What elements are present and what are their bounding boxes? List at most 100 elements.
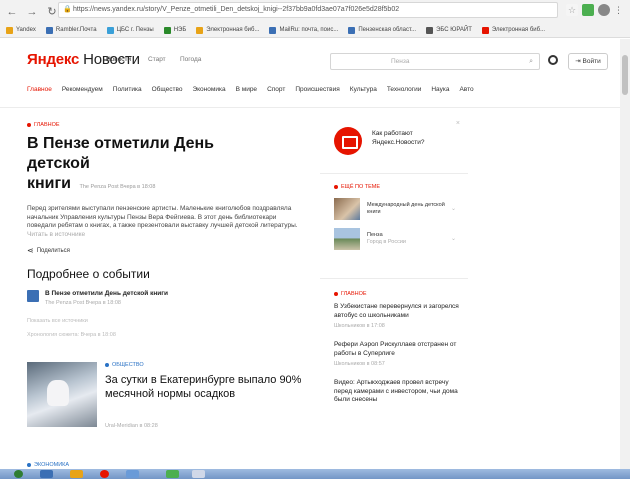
story-title[interactable]: За сутки в Екатеринбурге выпало 90% меся…	[105, 373, 305, 401]
story-annotation: Перед зрителями выступали пензенские арт…	[27, 205, 298, 238]
topic-item[interactable]: Пенза Город в России ⌄	[334, 228, 468, 250]
promo-card[interactable]: Как работают Яндекс.Новости? ×	[320, 110, 468, 174]
profile-icon[interactable]	[598, 4, 610, 16]
news-item[interactable]: Видео: Артыкходжаев провел встречу перед…	[320, 379, 468, 405]
news-item[interactable]: В Узбекистане перевернулся и загорелся а…	[320, 303, 468, 329]
rubric-tab[interactable]: Главное	[27, 86, 52, 100]
topic-image	[334, 198, 360, 220]
related-source: The Penza Post Вчера в 18:08	[45, 300, 121, 306]
share-icon: ⋖	[27, 246, 34, 255]
app-icon[interactable]	[126, 470, 139, 478]
topics-tag: ЕЩЁ ПО ТЕМЕ	[334, 184, 468, 190]
forward-icon[interactable]: →	[24, 4, 40, 20]
browser-chrome: ← → ↻ 🔒 https://news.yandex.ru/story/V_P…	[0, 0, 630, 38]
bookmark-item[interactable]: Электронная биб...	[481, 26, 545, 34]
topic-title: Пенза Город в России	[367, 232, 406, 245]
promo-text[interactable]: Как работают Яндекс.Новости?	[372, 130, 452, 147]
app-icon[interactable]	[192, 470, 205, 478]
scroll-thumb[interactable]	[622, 55, 628, 95]
story-tag[interactable]: ГЛАВНОЕ	[27, 122, 312, 128]
bookmark-icon	[426, 26, 434, 34]
chevron-down-icon[interactable]: ⌄	[451, 235, 456, 242]
folder-icon[interactable]	[70, 470, 83, 478]
site-header: Яндекс Новости Новости Старт Погода Пенз…	[0, 39, 620, 79]
read-source-link[interactable]: Читать в источнике	[27, 231, 85, 238]
news-title[interactable]: Рефери Аэрол Рискуллаев отстранен от раб…	[334, 341, 464, 358]
all-sources-link[interactable]: Показать все источники	[27, 318, 312, 324]
topic-item[interactable]: Международный день детской книги ⌄	[334, 198, 468, 220]
topic-image	[334, 228, 360, 250]
bookmark-icon	[6, 26, 13, 34]
rubric-tab[interactable]: В мире	[236, 86, 257, 100]
rubric-tab[interactable]: Экономика	[192, 86, 225, 100]
bookmark-icon	[269, 26, 277, 34]
scrollbar[interactable]	[620, 39, 630, 469]
topic-title: Международный день детской книги	[367, 202, 445, 215]
section-title: Подробнее о событии	[27, 267, 150, 281]
back-icon[interactable]: ←	[4, 4, 20, 20]
bookmark-icon	[196, 26, 204, 34]
chevron-down-icon[interactable]: ⌄	[451, 205, 456, 212]
divider	[320, 278, 468, 279]
bookmark-item[interactable]: ЦБС г. Пензы	[106, 26, 154, 34]
extension-icon[interactable]	[582, 4, 594, 16]
app-icon[interactable]	[166, 470, 179, 478]
menu-icon[interactable]: ⋮	[614, 4, 626, 16]
rubric-tab[interactable]: Культура	[350, 86, 377, 100]
header-nav-news[interactable]: Новости	[106, 56, 131, 63]
star-icon[interactable]: ☆	[566, 4, 578, 16]
bookmark-icon	[348, 26, 356, 34]
rubric-tab[interactable]: Авто	[459, 86, 473, 100]
headline-source: The Penza Post Вчера в 18:08	[79, 184, 156, 190]
rubric-tab[interactable]: Наука	[431, 86, 449, 100]
rubric-tab[interactable]: Спорт	[267, 86, 285, 100]
login-button[interactable]: ⇥ Войти	[568, 53, 608, 70]
news-time: Школьников в 17:08	[334, 323, 385, 329]
story-image[interactable]	[27, 362, 97, 427]
start-icon[interactable]	[14, 470, 23, 478]
bookmark-item[interactable]: ЭБС ЮРАЙТ	[426, 26, 472, 34]
related-news-item[interactable]: В Пензе отметили День детской книги The …	[27, 290, 312, 306]
news-title[interactable]: В Узбекистане перевернулся и загорелся а…	[334, 303, 464, 320]
news-tag: ГЛАВНОЕ	[334, 291, 468, 297]
story-tag[interactable]: ОБЩЕСТВО	[105, 362, 305, 368]
rubric-tab[interactable]: Технологии	[387, 86, 422, 100]
search-icon[interactable]: ⌕	[529, 54, 533, 69]
bookmark-item[interactable]: MailRu: почта, поис...	[269, 26, 338, 34]
rubric-tab[interactable]: Рекомендуем	[62, 86, 103, 100]
story-tag[interactable]: ЭКОНОМИКА	[27, 462, 69, 468]
related-topics: ЕЩЁ ПО ТЕМЕ Международный день детской к…	[320, 184, 468, 250]
login-icon: ⇥	[575, 58, 581, 65]
story-chronology: Хронология сюжета: Вчера в 18:08	[27, 332, 116, 338]
bookmark-item[interactable]: Электронная биб...	[196, 26, 259, 34]
rubric-tab[interactable]: Общество	[152, 86, 183, 100]
bookmark-item[interactable]: НЭБ	[163, 26, 186, 34]
header-nav-start[interactable]: Старт	[148, 56, 166, 63]
bookmark-item[interactable]: Rambler.Почта	[45, 26, 97, 34]
news-icon	[334, 127, 362, 155]
news-title[interactable]: Видео: Артыкходжаев провел встречу перед…	[334, 379, 464, 405]
rubric-tab[interactable]: Политика	[113, 86, 142, 100]
bookmark-item[interactable]: Пензенская област...	[348, 26, 416, 34]
search-input[interactable]: Пенза ⌕	[330, 53, 540, 70]
os-taskbar	[0, 469, 630, 479]
rubric-nav: Главное Рекомендуем Политика Общество Эконом…	[27, 86, 607, 100]
explorer-icon[interactable]	[40, 470, 53, 478]
related-title[interactable]: В Пензе отметили День детской книги	[45, 290, 168, 297]
story-time: Ural-Meridian в 08:28	[105, 423, 158, 429]
bookmark-icon	[163, 26, 171, 34]
news-item[interactable]: Рефери Аэрол Рискуллаев отстранен от раб…	[320, 341, 468, 367]
story-card[interactable]: ОБЩЕСТВО За сутки в Екатеринбурге выпало…	[27, 362, 312, 432]
news-time: Школьников в 08:57	[334, 361, 385, 367]
share-button[interactable]: ⋖ Поделиться	[27, 246, 312, 255]
sidebar: Как работают Яндекс.Новости? × ЕЩЁ ПО ТЕ…	[320, 110, 468, 455]
bookmark-item[interactable]: Yandex	[6, 26, 36, 34]
close-icon[interactable]: ×	[456, 120, 460, 127]
address-bar[interactable]: 🔒 https://news.yandex.ru/story/V_Penze_o…	[58, 2, 558, 18]
rubric-tab[interactable]: Происшествия	[295, 86, 339, 100]
settings-icon[interactable]	[548, 55, 558, 65]
browser-icon[interactable]	[100, 470, 109, 478]
story-headline[interactable]: В Пензе отметили День детской книги The …	[27, 134, 277, 197]
header-nav-weather[interactable]: Погода	[180, 56, 201, 63]
bookmark-icon	[106, 26, 114, 34]
